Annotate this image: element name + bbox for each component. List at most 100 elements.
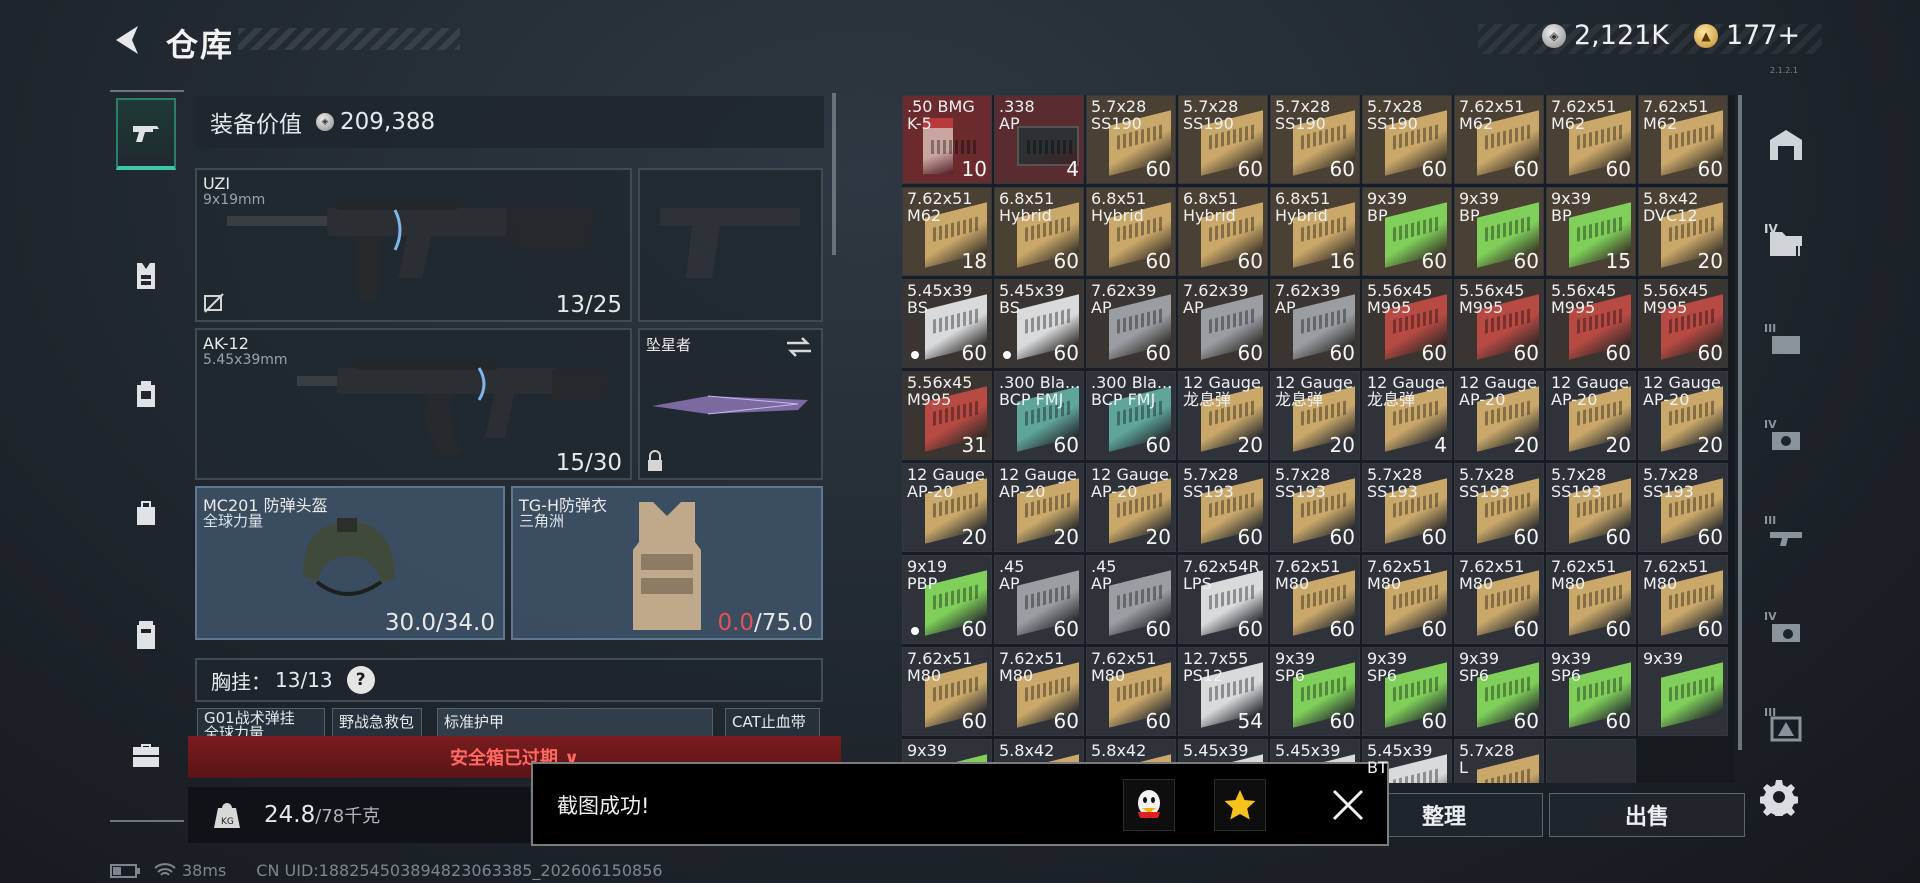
- stash-item-cell[interactable]: 5.56x45 M995 31: [902, 371, 992, 460]
- close-icon[interactable]: [1331, 788, 1365, 822]
- stash-item-cell[interactable]: 7.62x51 M62 60: [1546, 95, 1636, 184]
- stash-item-cell[interactable]: 9x39 SP6 60: [1546, 647, 1636, 736]
- stash-item-cell[interactable]: 5.45x39 BS 60: [994, 279, 1084, 368]
- stash-item-cell[interactable]: 7.62x51 M80 60: [902, 647, 992, 736]
- stash-item-cell[interactable]: 7.62x51 M62 60: [1638, 95, 1728, 184]
- stash-item-cell[interactable]: 9x39 BP 60: [1454, 187, 1544, 276]
- stash-item-cell[interactable]: 12 Gauge AP-20 20: [1546, 371, 1636, 460]
- stash-item-cell[interactable]: 5.7x28 SS193 60: [1362, 463, 1452, 552]
- sell-button[interactable]: 出售: [1549, 793, 1745, 837]
- stash-item-cell[interactable]: 5.7x28 SS193 60: [1454, 463, 1544, 552]
- swap-icon[interactable]: [785, 336, 813, 358]
- share-qq-button[interactable]: [1123, 779, 1175, 831]
- stash-item-cell[interactable]: 5.56x45 M995 60: [1454, 279, 1544, 368]
- stash-item-cell[interactable]: 7.62x39 AP 60: [1270, 279, 1360, 368]
- stash-item-cell[interactable]: 5.45x39 BT: [1362, 739, 1452, 783]
- stash-item-cell[interactable]: 12 Gauge 龙息弹 20: [1178, 371, 1268, 460]
- rail-storage-iv-b[interactable]: IV: [1760, 412, 1812, 464]
- stash-item-cell[interactable]: 5.7x28 SS190 60: [1362, 95, 1452, 184]
- chest-item-first-aid[interactable]: 野战急救包: [332, 708, 422, 738]
- stash-item-cell[interactable]: .45 AP 60: [1086, 555, 1176, 644]
- stash-item-cell[interactable]: 7.62x51 M80 60: [1270, 555, 1360, 644]
- stash-empty-cell[interactable]: [1546, 739, 1636, 783]
- stash-item-cell[interactable]: 9x39 BP 15: [1546, 187, 1636, 276]
- stash-item-cell[interactable]: .338 AP 4: [994, 95, 1084, 184]
- rail-all-items[interactable]: [1760, 120, 1812, 172]
- stash-item-cell[interactable]: .45 AP 60: [994, 555, 1084, 644]
- stash-item-cell[interactable]: 5.7x28 SS193 60: [1270, 463, 1360, 552]
- stash-item-cell[interactable]: 7.62x54R LPS 60: [1178, 555, 1268, 644]
- stash-item-cell[interactable]: 12.7x55 PS12 54: [1178, 647, 1268, 736]
- rail-tab-backpack[interactable]: [116, 358, 176, 430]
- stash-item-cell[interactable]: 12 Gauge 龙息弹 20: [1270, 371, 1360, 460]
- stash-item-cell[interactable]: 12 Gauge AP-20 20: [1454, 371, 1544, 460]
- helmet-slot[interactable]: MC201 防弹头盔 全球力量 30.0/34.0: [195, 486, 505, 640]
- help-icon[interactable]: ?: [346, 666, 375, 694]
- stash-item-cell[interactable]: 9x39 BP 60: [1362, 187, 1452, 276]
- rail-storage-iii-b[interactable]: III: [1760, 508, 1812, 560]
- stash-item-cell[interactable]: 7.62x51 M80 60: [1546, 555, 1636, 644]
- stash-item-cell[interactable]: 5.8x42 DVC12 20: [1638, 187, 1728, 276]
- melee-slot[interactable]: 坠星者: [638, 328, 823, 480]
- stash-item-cell[interactable]: 5.56x45 M995 60: [1546, 279, 1636, 368]
- stash-item-cell[interactable]: 9x39: [1638, 647, 1728, 736]
- settings-gear-icon[interactable]: [1760, 778, 1798, 816]
- back-arrow-icon[interactable]: [108, 20, 148, 60]
- rail-storage-iv[interactable]: IV: [1760, 216, 1812, 268]
- stash-item-cell[interactable]: 6.8x51 Hybrid 60: [994, 187, 1084, 276]
- chest-item-armor-plate[interactable]: 标准护甲: [437, 708, 713, 738]
- stash-scrollbar[interactable]: [1738, 95, 1742, 750]
- stash-item-cell[interactable]: 12 Gauge AP-20 20: [902, 463, 992, 552]
- rail-tab-weapons[interactable]: [116, 98, 176, 170]
- stash-item-cell[interactable]: 5.56x45 M995 60: [1362, 279, 1452, 368]
- rail-storage-iii-c[interactable]: III: [1760, 700, 1812, 752]
- gold-currency[interactable]: ▲ 177+: [1694, 20, 1800, 51]
- stash-item-cell[interactable]: 6.8x51 Hybrid 16: [1270, 187, 1360, 276]
- stash-item-cell[interactable]: 6.8x51 Hybrid 60: [1086, 187, 1176, 276]
- stash-item-cell[interactable]: 12 Gauge AP-20 20: [1638, 371, 1728, 460]
- stash-item-cell[interactable]: 7.62x39 AP 60: [1178, 279, 1268, 368]
- stash-item-cell[interactable]: 12 Gauge 龙息弹 4: [1362, 371, 1452, 460]
- stash-item-cell[interactable]: 5.7x28 SS193 60: [1546, 463, 1636, 552]
- share-qzone-button[interactable]: [1214, 779, 1266, 831]
- stash-item-cell[interactable]: 5.56x45 M995 60: [1638, 279, 1728, 368]
- pistol-slot-empty[interactable]: [638, 168, 823, 322]
- stash-item-cell[interactable]: .300 Bla... BCP FMJ 60: [1086, 371, 1176, 460]
- stash-item-cell[interactable]: 9x39 SP6 60: [1454, 647, 1544, 736]
- stash-item-cell[interactable]: 7.62x51 M62 60: [1454, 95, 1544, 184]
- stash-item-cell[interactable]: 9x39 SP6 60: [1270, 647, 1360, 736]
- stash-item-cell[interactable]: 7.62x51 M80 60: [1362, 555, 1452, 644]
- stash-item-cell[interactable]: 5.7x28 L: [1454, 739, 1544, 783]
- stash-item-cell[interactable]: 5.7x28 SS193 60: [1638, 463, 1728, 552]
- chest-rig-bar[interactable]: 胸挂： 13/13 ?: [195, 658, 823, 702]
- stash-item-cell[interactable]: 12 Gauge AP-20 20: [1086, 463, 1176, 552]
- rail-storage-iii-a[interactable]: III: [1760, 316, 1812, 368]
- stash-item-cell[interactable]: 5.7x28 SS190 60: [1086, 95, 1176, 184]
- stash-item-cell[interactable]: 7.62x51 M62 18: [902, 187, 992, 276]
- stash-item-cell[interactable]: 5.7x28 SS193 60: [1178, 463, 1268, 552]
- stash-item-cell[interactable]: 7.62x51 M80 60: [1638, 555, 1728, 644]
- stash-item-cell[interactable]: .50 BMG K-5 10: [902, 95, 992, 184]
- body-armor-slot[interactable]: TG-H防弹衣 三角洲 0.0/75.0: [511, 486, 823, 640]
- rail-tab-case[interactable]: [116, 598, 176, 670]
- stash-item-cell[interactable]: 5.7x28 SS190 60: [1178, 95, 1268, 184]
- loadout-scrollbar[interactable]: [832, 93, 836, 255]
- stash-item-cell[interactable]: 7.62x51 M80 60: [1454, 555, 1544, 644]
- rail-tab-chest-rig[interactable]: [116, 240, 176, 312]
- rail-tab-briefcase[interactable]: [116, 720, 176, 792]
- stash-item-cell[interactable]: .300 Bla... BCP FMJ 60: [994, 371, 1084, 460]
- chest-item-tourniquet[interactable]: CAT止血带: [725, 708, 820, 738]
- stash-item-cell[interactable]: 6.8x51 Hybrid 60: [1178, 187, 1268, 276]
- primary-weapon-slot[interactable]: UZI 9x19mm 13/25: [195, 168, 632, 322]
- rail-tab-bag[interactable]: [116, 476, 176, 548]
- stash-item-cell[interactable]: 7.62x51 M80 60: [994, 647, 1084, 736]
- stash-item-cell[interactable]: 5.7x28 SS190 60: [1270, 95, 1360, 184]
- silver-currency[interactable]: ◈ 2,121K: [1542, 20, 1669, 51]
- secondary-weapon-slot[interactable]: AK-12 5.45x39mm 15/30: [195, 328, 632, 480]
- stash-item-cell[interactable]: 7.62x51 M80 60: [1086, 647, 1176, 736]
- stash-item-cell[interactable]: 9x19 PBP 60: [902, 555, 992, 644]
- stash-item-cell[interactable]: 12 Gauge AP-20 20: [994, 463, 1084, 552]
- stash-item-cell[interactable]: 5.45x39 BS 60: [902, 279, 992, 368]
- stash-item-cell[interactable]: 7.62x39 AP 60: [1086, 279, 1176, 368]
- rail-storage-iv-c[interactable]: IV: [1760, 604, 1812, 656]
